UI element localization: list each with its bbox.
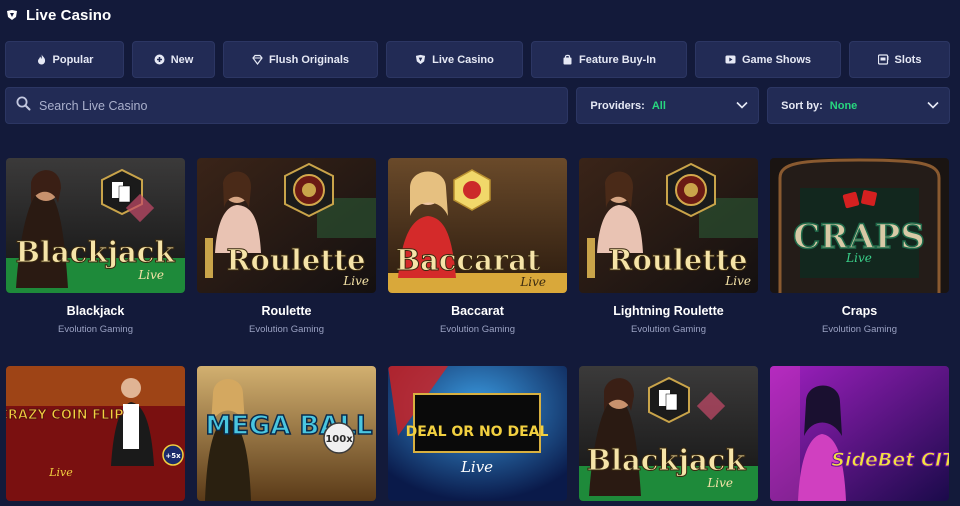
tab-popular[interactable]: Popular bbox=[5, 41, 124, 78]
game-provider: Evolution Gaming bbox=[58, 324, 133, 335]
art-badge: 100x bbox=[325, 434, 353, 445]
game-card-roulette[interactable]: Roulette Live Roulette Evolution Gaming bbox=[197, 158, 376, 335]
art-subtitle: Live bbox=[342, 274, 369, 288]
game-card-lightning-roulette[interactable]: Roulette Live Lightning Roulette Evoluti… bbox=[579, 158, 758, 335]
tab-label: Live Casino bbox=[432, 53, 494, 66]
game-thumbnail[interactable]: Roulette Live bbox=[579, 158, 758, 293]
category-tabs: Popular New Flush Originals Live Casino … bbox=[5, 41, 950, 78]
game-thumbnail[interactable]: CRAPS Live bbox=[770, 158, 949, 293]
sort-value: None bbox=[829, 99, 858, 112]
tab-label: Feature Buy-In bbox=[578, 53, 656, 66]
tab-live-casino[interactable]: Live Casino bbox=[386, 41, 523, 78]
chevron-down-icon bbox=[736, 100, 748, 112]
art-subtitle: Live bbox=[706, 476, 733, 490]
search-input[interactable] bbox=[39, 98, 519, 113]
game-card-mega-ball[interactable]: MEGA BALL 100x bbox=[197, 366, 376, 501]
shopping-bag-icon bbox=[562, 54, 573, 65]
providers-dropdown[interactable]: Providers: All bbox=[576, 87, 760, 124]
providers-label: Providers: bbox=[590, 99, 645, 112]
game-title: Lightning Roulette bbox=[613, 304, 724, 318]
art-subtitle: Live bbox=[845, 251, 872, 265]
art-title: Blackjack bbox=[15, 235, 175, 269]
art-title: SideBet CITY bbox=[831, 449, 949, 471]
tab-flush-originals[interactable]: Flush Originals bbox=[223, 41, 378, 78]
game-thumbnail[interactable]: CRAZY COIN FLIP Live +5x bbox=[6, 366, 185, 501]
game-card-crazy-coin-flip[interactable]: CRAZY COIN FLIP Live +5x bbox=[6, 366, 185, 501]
tab-label: Popular bbox=[52, 53, 94, 66]
search-icon bbox=[16, 96, 31, 116]
diamond-icon bbox=[252, 54, 263, 65]
sort-dropdown[interactable]: Sort by: None bbox=[767, 87, 950, 124]
plus-circle-icon bbox=[154, 54, 165, 65]
art-title: Roulette bbox=[608, 243, 747, 277]
game-thumbnail[interactable]: Blackjack Live bbox=[6, 158, 185, 293]
game-provider: Evolution Gaming bbox=[440, 324, 515, 335]
tab-label: Slots bbox=[894, 53, 922, 66]
art-subtitle: Live bbox=[137, 268, 164, 282]
art-title: Baccarat bbox=[396, 243, 541, 277]
search-box[interactable] bbox=[5, 87, 569, 124]
sort-label: Sort by: bbox=[781, 99, 823, 112]
tab-label: Flush Originals bbox=[268, 53, 350, 66]
art-title: Roulette bbox=[226, 243, 365, 277]
tab-label: New bbox=[170, 53, 194, 66]
game-thumbnail[interactable]: Baccarat Live bbox=[388, 158, 567, 293]
art-subtitle: Live bbox=[724, 274, 751, 288]
tab-slots[interactable]: Slots bbox=[849, 41, 950, 78]
game-thumbnail[interactable]: DEAL OR NO DEAL Live bbox=[388, 366, 567, 501]
game-thumbnail[interactable]: MEGA BALL 100x bbox=[197, 366, 376, 501]
game-provider: Evolution Gaming bbox=[631, 324, 706, 335]
tab-game-shows[interactable]: Game Shows bbox=[695, 41, 841, 78]
game-thumbnail[interactable]: Blackjack Live bbox=[579, 366, 758, 501]
game-title: Roulette bbox=[261, 304, 312, 318]
game-title: Craps bbox=[841, 304, 878, 318]
tab-feature-buy-in[interactable]: Feature Buy-In bbox=[531, 41, 687, 78]
live-casino-icon bbox=[415, 54, 426, 65]
game-grid-row-2: CRAZY COIN FLIP Live +5x MEGA BALL 100x bbox=[6, 366, 950, 501]
live-casino-icon bbox=[6, 9, 18, 21]
game-thumbnail[interactable]: Roulette Live bbox=[197, 158, 376, 293]
game-card-baccarat[interactable]: Baccarat Live Baccarat Evolution Gaming bbox=[388, 158, 567, 335]
filter-bar: Providers: All Sort by: None bbox=[5, 87, 950, 124]
page-header: Live Casino bbox=[6, 4, 111, 26]
tab-label: Game Shows bbox=[741, 53, 812, 66]
art-subtitle: Live bbox=[519, 275, 546, 289]
providers-value: All bbox=[651, 99, 666, 112]
play-icon bbox=[725, 54, 736, 65]
art-subtitle: Live bbox=[460, 458, 493, 476]
game-card-deal-or-no-deal[interactable]: DEAL OR NO DEAL Live bbox=[388, 366, 567, 501]
game-provider: Evolution Gaming bbox=[822, 324, 897, 335]
game-card-blackjack[interactable]: Blackjack Live Blackjack Evolution Gamin… bbox=[6, 158, 185, 335]
game-grid: Blackjack Live Blackjack Evolution Gamin… bbox=[6, 158, 950, 335]
game-card-craps[interactable]: CRAPS Live Craps Evolution Gaming bbox=[770, 158, 949, 335]
game-provider: Evolution Gaming bbox=[249, 324, 324, 335]
chevron-down-icon bbox=[927, 100, 939, 112]
art-title: DEAL OR NO DEAL bbox=[406, 424, 549, 440]
page-title: Live Casino bbox=[26, 6, 112, 24]
flame-icon bbox=[36, 54, 47, 65]
game-thumbnail[interactable]: SideBet CITY bbox=[770, 366, 949, 501]
game-card-blackjack-2[interactable]: Blackjack Live bbox=[579, 366, 758, 501]
tab-new[interactable]: New bbox=[132, 41, 215, 78]
art-title: Blackjack bbox=[586, 443, 746, 477]
art-subtitle: Live bbox=[48, 466, 73, 479]
game-title: Blackjack bbox=[66, 304, 125, 318]
art-badge: +5x bbox=[165, 452, 181, 460]
game-card-side-bet-city[interactable]: SideBet CITY bbox=[770, 366, 949, 501]
game-title: Baccarat bbox=[451, 304, 504, 318]
slot-machine-icon bbox=[877, 54, 889, 65]
art-title: CRAZY COIN FLIP bbox=[6, 408, 124, 423]
